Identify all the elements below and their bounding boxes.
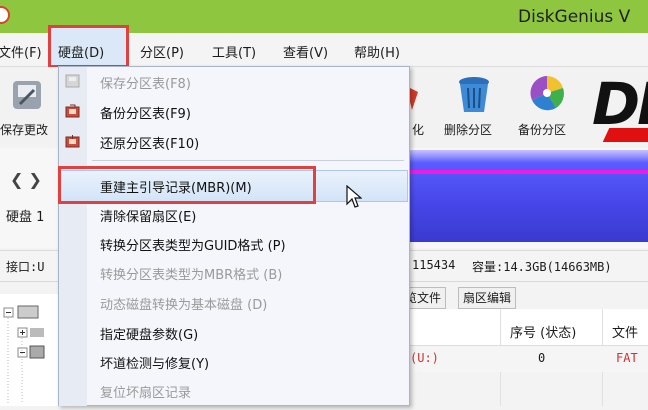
menu-item-restore-partition-table[interactable]: 还原分区表(F10) bbox=[100, 133, 199, 152]
menu-item-backup-partition-table[interactable]: 备份分区表(F9) bbox=[100, 103, 191, 122]
cell-fs: FAT bbox=[616, 351, 638, 365]
disk-partition-line bbox=[410, 170, 648, 174]
menu-view[interactable]: 查看(V) bbox=[283, 42, 328, 61]
capacity-text: 容量:14.3GB(14663MB) bbox=[472, 260, 612, 274]
menu-help[interactable]: 帮助(H) bbox=[354, 42, 400, 61]
window-title: DiskGenius V bbox=[518, 7, 631, 27]
column-header-file[interactable]: 文件 bbox=[612, 322, 638, 341]
sectors-text: 115434 bbox=[412, 258, 456, 272]
format-label[interactable]: 化 bbox=[412, 121, 424, 138]
menu-item-convert-to-mbr: 转换分区表类型为MBR格式 (B) bbox=[100, 268, 283, 283]
delete-partition-icon[interactable] bbox=[456, 74, 492, 116]
cell-name: (U:) bbox=[410, 351, 439, 365]
menu-file[interactable]: 文件(F) bbox=[0, 42, 42, 61]
menu-disk[interactable]: 硬盘(D) bbox=[58, 42, 104, 61]
disk-nav-arrows-icon[interactable]: ❮ ❯ bbox=[10, 170, 42, 189]
menu-item-dynamic-to-basic: 动态磁盘转换为基本磁盘 (D) bbox=[100, 298, 268, 313]
mouse-cursor-icon bbox=[346, 184, 363, 213]
menu-partition[interactable]: 分区(P) bbox=[140, 42, 184, 61]
logo-stripe bbox=[602, 128, 648, 142]
backup-table-icon bbox=[65, 104, 80, 118]
menu-item-bad-sector-check[interactable]: 坏道检测与修复(Y) bbox=[100, 353, 209, 372]
save-changes-icon[interactable] bbox=[10, 78, 44, 112]
column-header-seq[interactable]: 序号 (状态) bbox=[510, 322, 576, 341]
menu-item-specify-disk-params[interactable]: 指定硬盘参数(G) bbox=[100, 324, 198, 343]
backup-partition-icon[interactable] bbox=[528, 74, 566, 112]
backup-partition-label[interactable]: 备份分区 bbox=[518, 121, 566, 138]
save-table-icon bbox=[65, 74, 80, 88]
menu-item-reset-bad-sector-record: 复位坏扇区记录 bbox=[100, 386, 192, 401]
menu-separator bbox=[92, 160, 404, 161]
menu-tools[interactable]: 工具(T) bbox=[212, 42, 256, 61]
menu-item-save-partition-table: 保存分区表(F8) bbox=[100, 77, 191, 92]
delete-partition-label[interactable]: 删除分区 bbox=[444, 121, 492, 138]
interface-text: 接口:U bbox=[6, 260, 45, 274]
menu-item-clear-reserved-sectors[interactable]: 清除保留扇区(E) bbox=[100, 206, 196, 225]
save-changes-label[interactable]: 保存更改 bbox=[0, 121, 48, 138]
disk-partition-bar[interactable] bbox=[410, 150, 648, 242]
tab-sector-editor[interactable]: 扇区编辑 bbox=[458, 287, 517, 309]
menu-item-convert-to-guid[interactable]: 转换分区表类型为GUID格式 (P) bbox=[100, 235, 286, 254]
menu-item-rebuild-mbr[interactable]: 重建主引导记录(MBR)(M) bbox=[100, 177, 252, 196]
restore-table-icon bbox=[65, 134, 80, 148]
cell-seq: 0 bbox=[538, 351, 546, 365]
disk-tree-pane[interactable] bbox=[0, 294, 61, 406]
disk-label: 硬盘 1 bbox=[6, 210, 45, 225]
